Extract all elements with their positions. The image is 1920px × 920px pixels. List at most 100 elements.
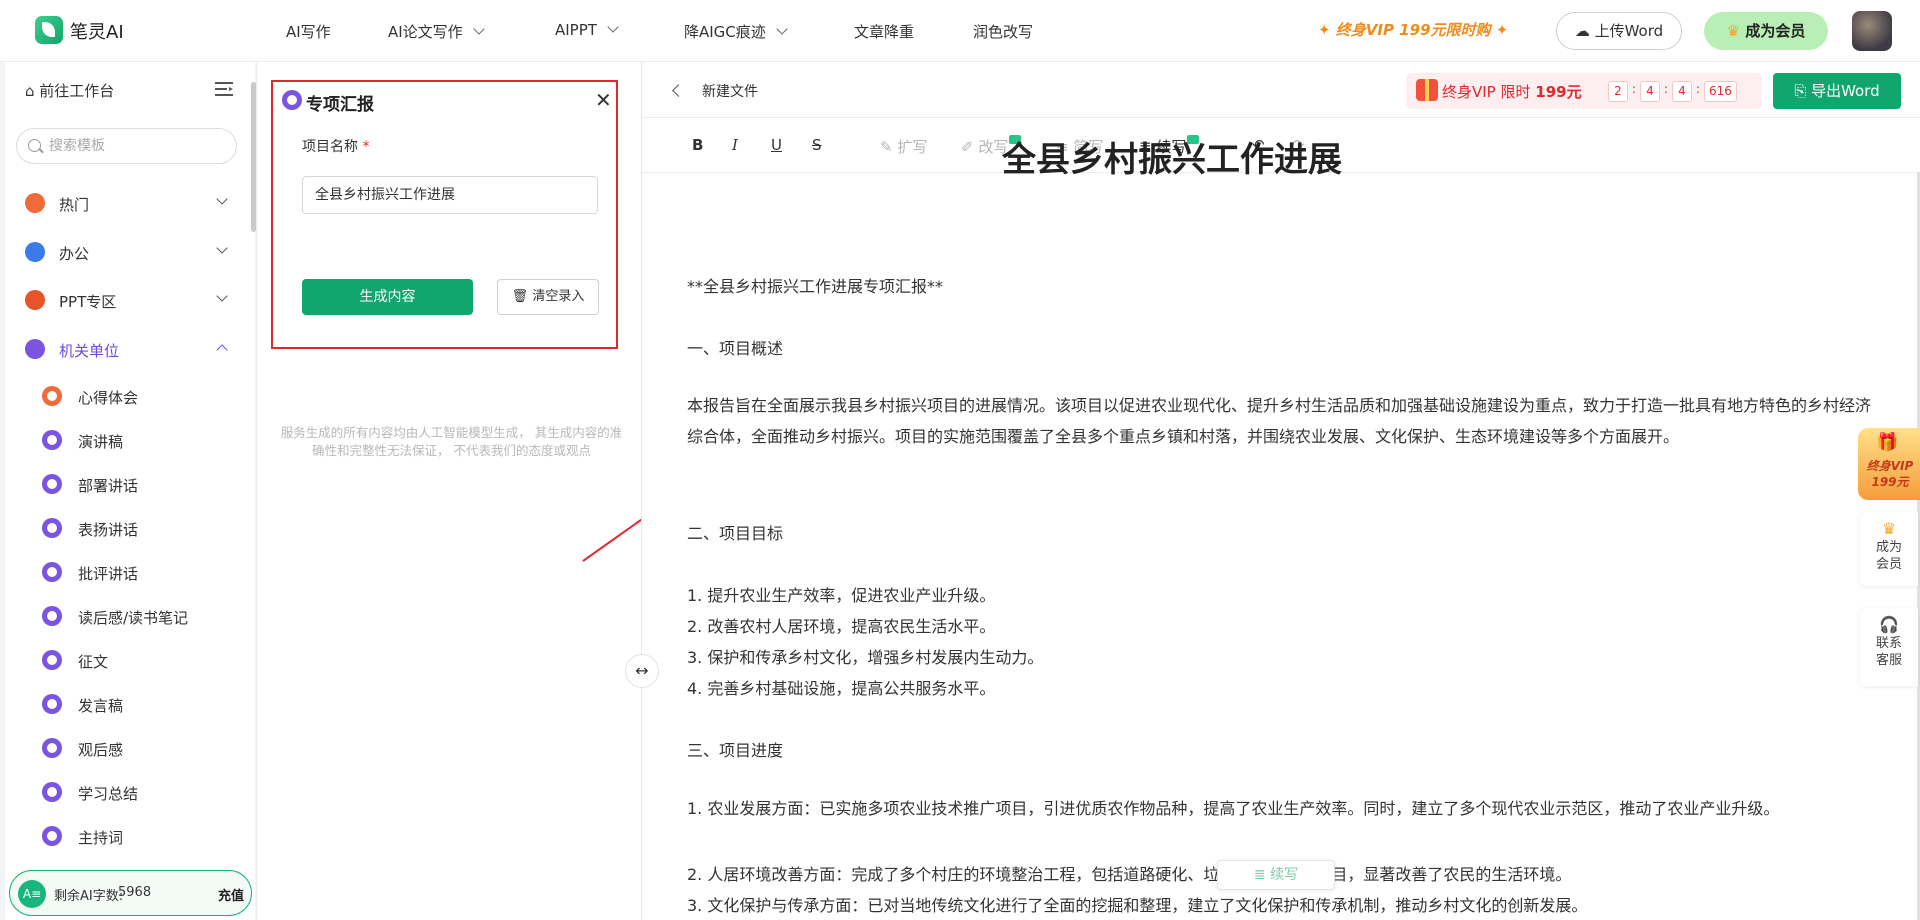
doc-list-item[interactable]: 4. 完善乡村基础设施，提高公共服务水平。 xyxy=(687,675,995,699)
become-member-button[interactable]: ♛ 成为会员 xyxy=(1704,12,1828,50)
promo-label: 终身VIP 限时 xyxy=(1442,83,1531,101)
badge-icon xyxy=(42,430,62,450)
category-office[interactable]: 办公 xyxy=(25,232,240,272)
nav-polish[interactable]: 润色改写 xyxy=(973,21,1033,42)
doc-heading[interactable]: 二、项目目标 xyxy=(687,520,783,544)
promo-price: 199元 xyxy=(1535,83,1582,101)
cloud-upload-icon: ☁ xyxy=(1574,22,1595,40)
document-name[interactable]: 新建文件 xyxy=(702,81,758,101)
countdown-sep: : xyxy=(1664,82,1669,96)
top-nav-bar: 笔灵AI AI写作 AI论文写作 AIPPT 降AIGC痕迹 文章降重 润色改写… xyxy=(0,0,1920,62)
nav-reduce-aigc[interactable]: 降AIGC痕迹 xyxy=(684,21,788,42)
template-item[interactable]: 观后感 xyxy=(42,728,242,768)
template-item[interactable]: 心得体会 xyxy=(42,376,242,416)
badge-icon xyxy=(42,650,62,670)
template-item[interactable]: 读后感/读书笔记 xyxy=(42,596,242,636)
template-item[interactable]: 征文 xyxy=(42,640,242,680)
nav-ai-paper[interactable]: AI论文写作 xyxy=(388,21,485,42)
template-item[interactable]: 部署讲话 xyxy=(42,464,242,504)
chevron-down-icon xyxy=(607,21,619,33)
app-name[interactable]: 笔灵AI xyxy=(70,18,124,44)
template-item-label: 表扬讲话 xyxy=(78,521,139,539)
fire-icon xyxy=(42,386,62,406)
headset-icon: 🎧 xyxy=(1879,615,1899,634)
vip-promo-banner[interactable]: 终身VIP 限时 199元 2 : 4 : 4 : 616 xyxy=(1406,73,1762,109)
underline-button[interactable]: U xyxy=(771,136,782,154)
doc-list-item[interactable]: 3. 文化保护与传承方面：已对当地传统文化进行了全面的挖掘和整理，建立了文化保护… xyxy=(687,892,1587,916)
ai-quota-icon: A≡ xyxy=(18,880,46,908)
upload-word-button[interactable]: ☁ 上传Word xyxy=(1556,12,1682,50)
template-item-label: 演讲稿 xyxy=(78,433,124,451)
expand-icon: ✎ xyxy=(880,138,898,156)
strikethrough-button[interactable]: S xyxy=(812,136,822,154)
template-item-label: 部署讲话 xyxy=(78,477,139,495)
doc-list-item[interactable]: 2. 改善农村人居环境，提高农民生活水平。 xyxy=(687,613,995,637)
doc-paragraph[interactable]: 本报告旨在全面展示我县乡村振兴项目的进展情况。该项目以促进农业现代化、提升乡村生… xyxy=(687,390,1877,452)
logo-icon[interactable] xyxy=(35,16,63,44)
export-word-button[interactable]: ⎘ 导出Word xyxy=(1773,73,1901,109)
rewrite-icon: ✐ xyxy=(961,138,979,156)
document-title[interactable]: 全县乡村振兴工作进展 xyxy=(1002,132,1342,181)
template-item[interactable]: 发言稿 xyxy=(42,684,242,724)
panel-resize-handle[interactable]: ↔ xyxy=(625,654,659,688)
bold-button[interactable]: B xyxy=(692,136,703,154)
badge-icon xyxy=(42,474,62,494)
fire-icon xyxy=(25,193,45,213)
go-workbench-label: 前往工作台 xyxy=(39,82,115,100)
category-hot[interactable]: 热门 xyxy=(25,183,240,223)
category-government-label: 机关单位 xyxy=(59,342,120,360)
vip-promo-link[interactable]: ✦ 终身VIP 199元限时购 ✦ xyxy=(1318,19,1508,40)
badge-icon xyxy=(25,339,45,359)
chevron-down-icon xyxy=(216,193,228,205)
nav-ai-writing[interactable]: AI写作 xyxy=(286,21,331,42)
member-widget[interactable]: ♛ 成为会员 xyxy=(1860,512,1918,586)
close-icon[interactable]: ✕ xyxy=(595,88,612,112)
italic-button[interactable]: I xyxy=(732,136,738,154)
avatar[interactable] xyxy=(1852,11,1892,51)
continue-icon: ≣ xyxy=(1253,867,1271,883)
category-government[interactable]: 机关单位 xyxy=(25,329,240,369)
vip-float-widget[interactable]: 🎁 终身VIP 199元 xyxy=(1858,428,1920,500)
doc-paragraph[interactable]: **全县乡村振兴工作进展专项汇报** xyxy=(687,273,943,297)
doc-heading[interactable]: 一、项目概述 xyxy=(687,335,783,359)
go-workbench-link[interactable]: ⌂ 前往工作台 xyxy=(25,80,114,101)
doc-heading[interactable]: 三、项目进度 xyxy=(687,737,783,761)
template-item[interactable]: 主持词 xyxy=(42,816,242,856)
document-editor: 新建文件 终身VIP 限时 199元 2 : 4 : 4 : 616 ⎘ 导出W… xyxy=(641,62,1920,920)
countdown-seconds: 4 xyxy=(1672,81,1692,102)
template-item-label: 批评讲话 xyxy=(78,565,139,583)
countdown-ms: 616 xyxy=(1704,81,1737,102)
required-mark: * xyxy=(362,139,370,155)
template-item[interactable]: 批评讲话 xyxy=(42,552,242,592)
floating-continue-button[interactable]: ≣ 续写 xyxy=(1217,860,1335,890)
project-name-input[interactable]: 全县乡村振兴工作进展 xyxy=(302,176,598,214)
expand-button[interactable]: ✎ 扩写 xyxy=(880,136,927,157)
template-item[interactable]: 学习总结 xyxy=(42,772,242,812)
doc-list-item[interactable]: 2. 人居环境改善方面：完成了多个村庄的环境整治工程，包括道路硬化、垃圾分类处理… xyxy=(687,861,1571,885)
nav-dedupe[interactable]: 文章降重 xyxy=(854,21,914,42)
customer-service-widget[interactable]: 🎧 联系客服 xyxy=(1860,608,1918,686)
expand-label: 扩写 xyxy=(897,138,928,156)
template-item[interactable]: 表扬讲话 xyxy=(42,508,242,548)
collapse-menu-icon[interactable] xyxy=(215,82,233,96)
badge-icon xyxy=(42,694,62,714)
template-item[interactable]: 演讲稿 xyxy=(42,420,242,460)
nav-aippt[interactable]: AIPPT xyxy=(555,21,619,39)
doc-list-item[interactable]: 1. 农业发展方面：已实施多项农业技术推广项目，引进优质农作物品种，提高了农业生… xyxy=(687,793,1877,824)
search-placeholder: 搜索模板 xyxy=(49,138,105,154)
clear-input-button[interactable]: 🗑 清空录入 xyxy=(497,279,599,315)
customer-service-label: 联系客服 xyxy=(1875,636,1902,668)
nav-aippt-label: AIPPT xyxy=(555,21,597,39)
template-search-input[interactable]: 搜索模板 xyxy=(16,128,237,164)
doc-list-item[interactable]: 3. 保护和传承乡村文化，增强乡村发展内生动力。 xyxy=(687,644,1043,668)
template-item-label: 主持词 xyxy=(78,829,124,847)
promo-text: 终身VIP 限时 199元 xyxy=(1442,81,1582,102)
generate-button[interactable]: 生成内容 xyxy=(302,279,473,315)
back-arrow-icon[interactable] xyxy=(672,84,685,97)
doc-list-item[interactable]: 1. 提升农业生产效率，促进农业产业升级。 xyxy=(687,582,995,606)
chevron-down-icon xyxy=(216,242,228,254)
template-item-label: 征文 xyxy=(78,653,109,671)
template-form-panel: 专项汇报 ✕ 项目名称 * 全县乡村振兴工作进展 生成内容 🗑 清空录入 服务生… xyxy=(256,62,641,920)
category-ppt[interactable]: PPT专区 xyxy=(25,280,240,320)
recharge-button[interactable]: 充值 xyxy=(218,885,244,904)
